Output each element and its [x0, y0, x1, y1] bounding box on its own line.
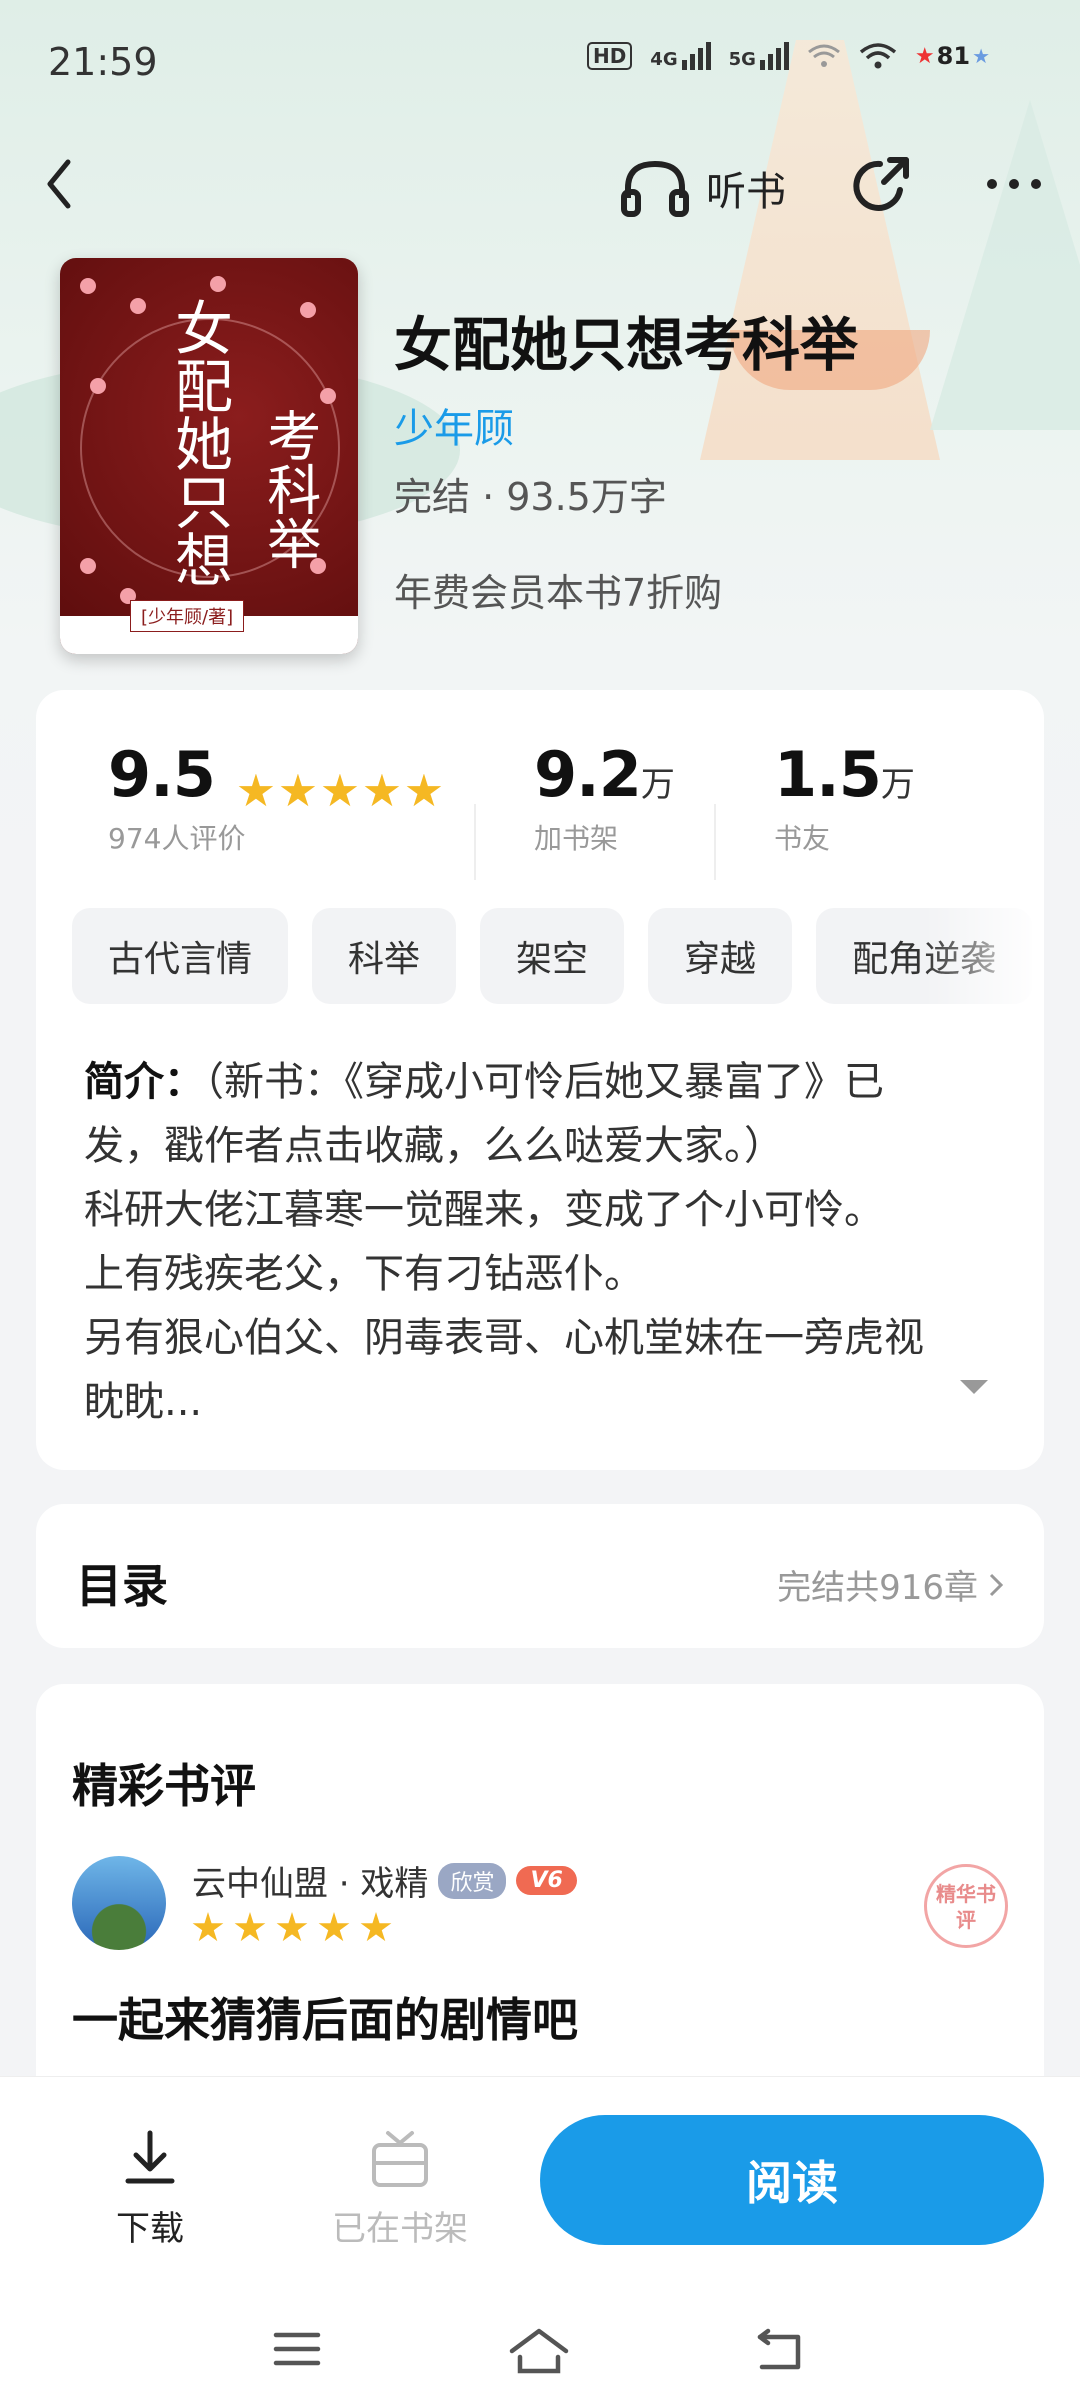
menu-icon[interactable]: [272, 2327, 322, 2371]
shelf-count: 9.2: [534, 738, 642, 811]
headphones-icon: [621, 160, 689, 217]
tag-chip[interactable]: 科举: [312, 908, 457, 1004]
cover-title-line1: 女配她只想: [165, 298, 233, 588]
share-icon[interactable]: [850, 154, 914, 218]
toc-info: 完结共916章: [777, 1560, 1004, 1609]
user-badge: 欣赏: [438, 1862, 507, 1899]
book-title: 女配她只想考科举: [394, 311, 859, 379]
reviews-title: 精彩书评: [72, 1759, 256, 1813]
intro-label: 简介：: [84, 1059, 204, 1105]
home-icon[interactable]: [508, 2327, 570, 2375]
on-shelf-button: 已在书架: [320, 2127, 480, 2250]
rating-stat: 9.5 974人评价: [108, 738, 442, 857]
star-icon: [192, 1912, 224, 1942]
toc-card[interactable]: 目录 完结共916章: [36, 1504, 1044, 1648]
top-nav: 听书: [0, 140, 1080, 230]
review-stars: [192, 1912, 392, 1944]
rating-count: 974人评价: [108, 822, 246, 855]
tag-list: 古代言情 科举 架空 穿越 配角逆袭: [72, 908, 1044, 1004]
bottom-action-bar: 下载 已在书架 阅读: [0, 2076, 1080, 2408]
shelf-stat: 9.2万 加书架: [534, 738, 675, 855]
more-icon[interactable]: [984, 174, 1044, 194]
back-nav-icon[interactable]: [752, 2327, 808, 2375]
download-button[interactable]: 下载: [100, 2127, 200, 2250]
tag-chip[interactable]: 穿越: [648, 908, 793, 1004]
wifi-icon: [859, 43, 897, 69]
read-button[interactable]: 阅读: [540, 2115, 1044, 2245]
vip-offer[interactable]: 年费会员本书7折购: [394, 562, 722, 617]
bookshelf-icon: [372, 2131, 428, 2187]
review-text[interactable]: 一起来猜猜后面的剧情吧: [72, 1984, 578, 2050]
stats-row: 9.5 974人评价 9.2万 加书架 1.5万 书友: [72, 738, 1012, 880]
status-time: 21:59: [48, 40, 158, 84]
book-detail-card: 9.5 974人评价 9.2万 加书架 1.5万 书友 古代言情 科举 架空 穿…: [36, 690, 1044, 1470]
cover-title-line2: 考科举: [257, 408, 321, 570]
wifi-off-icon: [807, 44, 840, 67]
expand-arrow-icon[interactable]: [960, 1380, 988, 1394]
tag-chip[interactable]: 古代言情: [72, 908, 289, 1004]
reviews-card: 精彩书评 云中仙盟 · 戏精 欣赏 V6 精华书评 一起来猜猜后面的剧情吧: [36, 1684, 1044, 2144]
book-cover[interactable]: 女配她只想 考科举 [少年顾/著]: [60, 258, 358, 654]
toc-title: 目录: [76, 1559, 168, 1613]
friends-count: 1.5: [774, 738, 882, 811]
review-user[interactable]: 云中仙盟 · 戏精 欣赏 V6: [192, 1856, 577, 1905]
star-icon: [280, 773, 316, 807]
star-icon: [238, 773, 274, 807]
star-icon: [360, 1912, 392, 1942]
system-nav-bar: [0, 2327, 1080, 2387]
cover-author-tag: [少年顾/著]: [130, 600, 245, 632]
download-label: 下载: [116, 2209, 184, 2249]
chevron-right-icon: [989, 1573, 1004, 1596]
on-shelf-label: 已在书架: [332, 2209, 468, 2249]
featured-review-seal: 精华书评: [924, 1864, 1008, 1948]
star-icon: [318, 1912, 350, 1942]
tag-chip[interactable]: 架空: [480, 908, 625, 1004]
back-icon[interactable]: [40, 154, 80, 214]
review-username: 云中仙盟 · 戏精: [192, 1864, 429, 1904]
star-icon: [406, 773, 442, 807]
listen-label: 听书: [706, 169, 786, 215]
signal-5g-icon: 5G: [729, 42, 789, 70]
level-badge: V6: [516, 1866, 577, 1895]
star-icon: [234, 1912, 266, 1942]
book-intro[interactable]: 简介：（新书：《穿成小可怜后她又暴富了》已 发，戳作者点击收藏，么么哒爱大家。）…: [84, 1050, 1014, 1434]
hd-icon: HD: [586, 42, 633, 70]
status-icons: HD 4G 5G ★ 81 ★: [586, 42, 990, 70]
status-bar: 21:59 HD 4G 5G ★ 81 ★: [0, 0, 1080, 120]
friends-stat: 1.5万 书友: [774, 738, 915, 855]
rating-stars: [238, 773, 442, 810]
rating-score: 9.5: [108, 738, 216, 811]
star-icon: [276, 1912, 308, 1942]
download-icon: [125, 2130, 175, 2184]
avatar[interactable]: [72, 1856, 166, 1950]
shelf-label: 加书架: [534, 822, 619, 855]
signal-4g-icon: 4G: [650, 42, 711, 70]
star-icon: [364, 773, 400, 807]
star-icon: [322, 773, 358, 807]
book-status: 完结 · 93.5万字: [394, 475, 667, 519]
friends-label: 书友: [774, 822, 831, 855]
book-author[interactable]: 少年顾: [394, 396, 514, 454]
battery-icon: ★ 81 ★: [914, 42, 990, 70]
listen-button[interactable]: 听书: [620, 158, 786, 218]
